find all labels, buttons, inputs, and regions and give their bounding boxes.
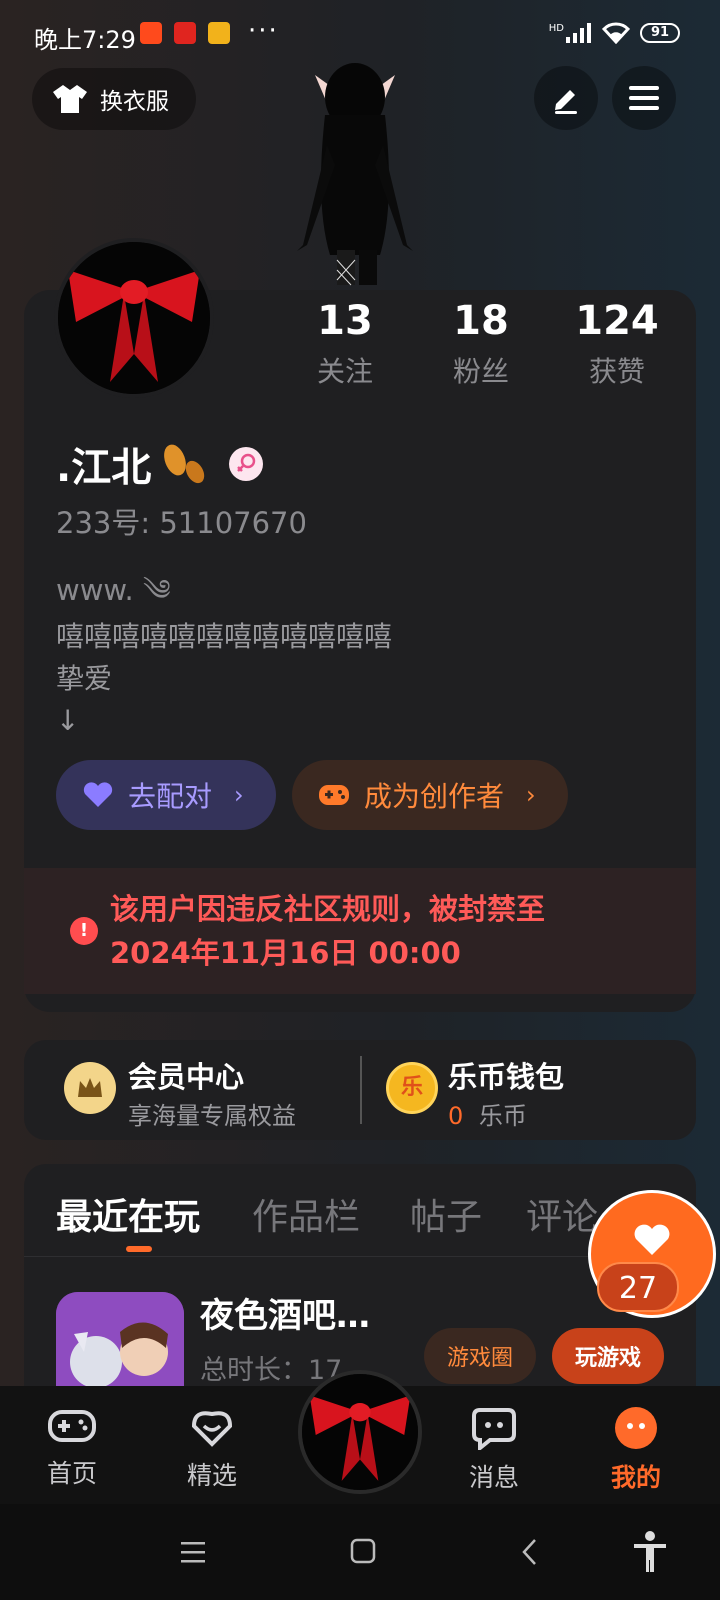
red-bow-image [58,242,210,394]
game-circle-button[interactable]: 游戏圈 [424,1328,536,1384]
tab-works[interactable]: 作品栏 [252,1188,360,1240]
accessibility-icon[interactable] [632,1530,668,1574]
vip-center-entry[interactable]: 会员中心 享海量专属权益 [24,1040,354,1140]
divider [360,1056,362,1124]
back-icon[interactable] [520,1538,540,1566]
following-label: 关注 [316,355,373,388]
coin-icon: 乐 [386,1062,438,1114]
heart-icon [634,1224,670,1255]
nav-center-avatar[interactable] [298,1370,422,1494]
wallet-entry[interactable]: 乐 乐币钱包 0 乐币 [364,1040,694,1140]
ban-notice-text: 该用户因违反社区规则，被封禁至 2024年11月16日 00:00 [110,892,546,970]
recent-apps-icon[interactable] [180,1540,206,1564]
following-stat[interactable]: 13 关注 [290,298,400,390]
shirt-icon [53,85,87,113]
wallet-balance: 0 乐币 [448,1102,527,1130]
edit-profile-button[interactable] [534,66,598,130]
likes-count: 124 [575,298,659,344]
heart-bubble-icon [191,1411,233,1447]
menu-button[interactable] [612,66,676,130]
heart-icon [83,782,113,807]
nav-me[interactable]: 我的 [586,1406,686,1494]
become-creator-button[interactable]: 成为创作者 › [292,760,568,830]
vip-center-subtitle: 享海量专属权益 [128,1102,296,1130]
avatar[interactable] [54,238,214,398]
gamepad-icon [48,1410,96,1442]
nav-featured[interactable]: 精选 [162,1406,262,1492]
user-id[interactable]: 233号: 51107670 [56,500,307,542]
ban-notice: ! 该用户因违反社区规则，被封禁至 2024年11月16日 00:00 [24,868,696,994]
game-name[interactable]: 夜色酒吧… [200,1288,370,1337]
profile-face-icon [615,1407,657,1449]
system-navigation-bar [0,1504,720,1600]
tab-posts[interactable]: 帖子 [410,1188,482,1240]
chat-icon [472,1408,516,1453]
like-count: 27 [597,1262,679,1312]
likes-stat[interactable]: 124 获赞 [562,298,672,390]
game-app-icon [208,22,230,44]
user-bio: 嘻嘻嘻嘻嘻嘻嘻嘻嘻嘻嘻嘻 挚爱 ↓ [56,620,393,737]
signal-icon: HD [549,23,592,43]
change-outfit-label: 换衣服 [100,89,169,115]
followers-stat[interactable]: 18 粉丝 [426,298,536,390]
username: .江北 [56,435,264,493]
chevron-right-icon: › [234,781,244,809]
chevron-right-icon: › [526,781,536,809]
tab-comments[interactable]: 评论 [526,1188,598,1240]
hamburger-icon [629,86,659,110]
following-count: 13 [317,298,373,344]
change-outfit-button[interactable]: 换衣服 [32,68,196,130]
followers-count: 18 [453,298,509,344]
pair-button[interactable]: 去配对 › [56,760,276,830]
nav-home[interactable]: 首页 [22,1406,122,1490]
nav-messages[interactable]: 消息 [444,1406,544,1494]
more-notifications-icon: ··· [248,16,279,46]
battery-indicator: 91 [640,23,680,43]
gamepad-icon [319,785,349,805]
leaf-icon [164,444,205,484]
tab-indicator [126,1246,152,1252]
pair-label: 去配对 [128,780,213,813]
avatar-character-figure[interactable] [285,55,425,295]
username-text: .江北 [56,445,152,491]
crown-icon [64,1062,116,1114]
member-wallet-card: 会员中心 享海量专属权益 乐 乐币钱包 0 乐币 [24,1040,696,1140]
wallet-title: 乐币钱包 [448,1060,565,1094]
wifi-icon [602,22,630,44]
wind-icon: ༄ [142,573,171,607]
followers-label: 粉丝 [452,355,509,388]
pen-icon [555,90,577,114]
status-time: 晚上7:29 [34,26,136,54]
notification-app-icon [174,22,196,44]
red-bow-image [302,1374,418,1490]
home-icon[interactable] [350,1538,376,1564]
taobao-app-icon [140,22,162,44]
tab-recently-played[interactable]: 最近在玩 [56,1188,200,1240]
female-gender-icon [229,447,264,481]
game-duration: 总时长：17 [200,1355,343,1386]
become-creator-label: 成为创作者 [364,780,505,813]
warning-icon: ! [70,917,98,945]
vip-center-title: 会员中心 [128,1060,245,1094]
play-game-button[interactable]: 玩游戏 [552,1328,664,1384]
likes-label: 获赞 [588,355,645,388]
